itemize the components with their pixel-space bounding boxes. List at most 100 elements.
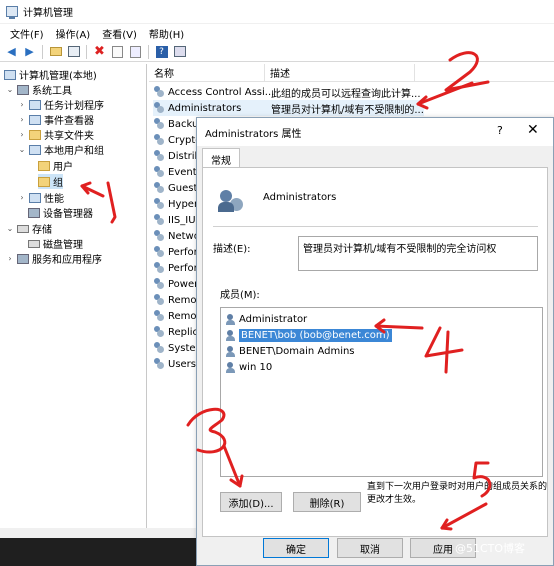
group-icon: [153, 118, 165, 130]
user-icon: [225, 313, 236, 325]
folder-up-icon[interactable]: [48, 44, 63, 59]
tab-general[interactable]: 常规: [202, 148, 240, 168]
members-label: 成员(M):: [220, 290, 260, 301]
tools-icon: [17, 84, 29, 95]
tree-item-users[interactable]: 用户: [38, 158, 73, 173]
help-icon[interactable]: ?: [497, 124, 503, 137]
clock-icon: [29, 99, 41, 110]
computer-icon: [4, 69, 16, 80]
row-name: Administrators: [168, 102, 242, 114]
disk-icon: [28, 239, 40, 248]
menu-file[interactable]: 文件(F): [4, 26, 50, 41]
tree-label: 存储: [32, 225, 52, 236]
group-icon: [153, 198, 165, 210]
user-icon: [225, 361, 236, 373]
expand-chevron-icon[interactable]: ›: [18, 115, 26, 124]
group-icon: [153, 246, 165, 258]
tree-item-device-manager[interactable]: 设备管理器: [28, 205, 93, 220]
tree-item-services-apps[interactable]: › 服务和应用程序: [6, 251, 102, 266]
perf-icon: [29, 192, 41, 203]
tree-label: 组: [53, 178, 63, 189]
tree-label: 设备管理器: [43, 209, 93, 220]
row-desc: 此组的成员可以远程查询此计算...: [271, 88, 421, 100]
folder-icon: [38, 160, 50, 171]
remove-button[interactable]: 删除(R): [293, 492, 361, 512]
list-row[interactable]: Access Control Assi... 此组的成员可以远程查询此计算...: [153, 84, 421, 100]
group-icon: [153, 150, 165, 162]
tree-label: 磁盘管理: [43, 240, 83, 251]
group-icon: [153, 262, 165, 274]
help-icon[interactable]: ?: [154, 44, 169, 59]
show-tree-icon[interactable]: [66, 44, 81, 59]
tree-item-performance[interactable]: › 性能: [18, 190, 64, 205]
user-icon: [225, 329, 236, 341]
member-item[interactable]: BENET\bob (bob@benet.com): [225, 327, 392, 343]
group-icon: [153, 358, 165, 370]
window-title: 计算机管理: [23, 8, 73, 19]
group-icon: [153, 278, 165, 290]
toolbar-separator: [42, 44, 43, 59]
tree-item-task-scheduler[interactable]: › 任务计划程序: [18, 97, 104, 112]
ok-button[interactable]: 确定: [263, 538, 329, 558]
tree-item-storage[interactable]: ⌄ 存储: [6, 221, 52, 236]
tree-item-groups[interactable]: 组: [38, 174, 63, 189]
tree-item-event-viewer[interactable]: › 事件查看器: [18, 112, 94, 127]
collapse-chevron-icon[interactable]: ⌄: [6, 85, 14, 94]
description-label: 描述(E):: [213, 244, 251, 255]
group-icon: [218, 188, 246, 216]
storage-icon: [17, 224, 29, 233]
tree-label: 性能: [44, 194, 64, 205]
menu-help[interactable]: 帮助(H): [143, 26, 190, 41]
properties-icon[interactable]: [110, 44, 125, 59]
console-icon[interactable]: [172, 44, 187, 59]
group-icon: [153, 342, 165, 354]
description-field[interactable]: 管理员对计算机/域有不受限制的完全访问权: [298, 236, 538, 271]
menu-action[interactable]: 操作(A): [50, 26, 97, 41]
watermark: @51CTO博客: [455, 542, 526, 555]
event-icon: [29, 114, 41, 125]
change-note: 直到下一次用户登录时对用户的组成员关系的更改才生效。: [367, 482, 548, 505]
forward-arrow-icon[interactable]: ▶: [22, 44, 37, 59]
column-header-desc[interactable]: 描述: [265, 64, 415, 81]
dialog-title: Administrators 属性: [205, 128, 302, 140]
group-icon: [153, 134, 165, 146]
expand-chevron-icon[interactable]: ›: [18, 193, 26, 202]
collapse-chevron-icon[interactable]: ⌄: [6, 224, 14, 233]
list-row[interactable]: Administrators 管理员对计算机/域有不受限制的...: [153, 100, 424, 116]
back-arrow-icon[interactable]: ◀: [4, 44, 19, 59]
tree-label: 服务和应用程序: [32, 255, 102, 266]
toolbar-separator: [148, 44, 149, 59]
collapse-chevron-icon[interactable]: ⌄: [18, 145, 26, 154]
tree-item-root[interactable]: 计算机管理(本地): [4, 67, 97, 82]
add-button[interactable]: 添加(D)...: [220, 492, 282, 512]
menu-view[interactable]: 查看(V): [96, 26, 143, 41]
row-desc: 管理员对计算机/域有不受限制的...: [271, 104, 424, 116]
member-item[interactable]: Administrator: [225, 311, 307, 327]
title-bar: 计算机管理: [0, 0, 554, 24]
delete-icon[interactable]: ✖: [92, 44, 107, 59]
tab-strip: 常规: [202, 148, 240, 168]
computer-management-icon: [6, 6, 18, 19]
group-icon: [153, 86, 165, 98]
expand-chevron-icon[interactable]: ›: [18, 100, 26, 109]
device-icon: [28, 207, 40, 218]
group-icon: [153, 310, 165, 322]
users-icon: [29, 144, 41, 155]
tree-item-local-users-groups[interactable]: ⌄ 本地用户和组: [18, 142, 104, 157]
tree-item-shared-folders[interactable]: › 共享文件夹: [18, 127, 94, 142]
tree-label: 系统工具: [32, 86, 72, 97]
members-list[interactable]: Administrator BENET\bob (bob@benet.com) …: [220, 307, 543, 477]
row-name: Access Control Assi...: [168, 86, 275, 98]
tree-item-disk-management[interactable]: 磁盘管理: [28, 236, 83, 251]
expand-chevron-icon[interactable]: ›: [18, 130, 26, 139]
group-icon: [153, 230, 165, 242]
column-header-name[interactable]: 名称: [149, 64, 265, 81]
expand-chevron-icon[interactable]: ›: [6, 254, 14, 263]
member-item[interactable]: win 10: [225, 359, 272, 375]
export-icon[interactable]: [128, 44, 143, 59]
member-item[interactable]: BENET\Domain Admins: [225, 343, 355, 359]
cancel-button[interactable]: 取消: [337, 538, 403, 558]
tree-label: 计算机管理(本地): [19, 71, 97, 82]
close-icon[interactable]: ✕: [527, 122, 539, 138]
tree-item-system-tools[interactable]: ⌄ 系统工具: [6, 82, 72, 97]
